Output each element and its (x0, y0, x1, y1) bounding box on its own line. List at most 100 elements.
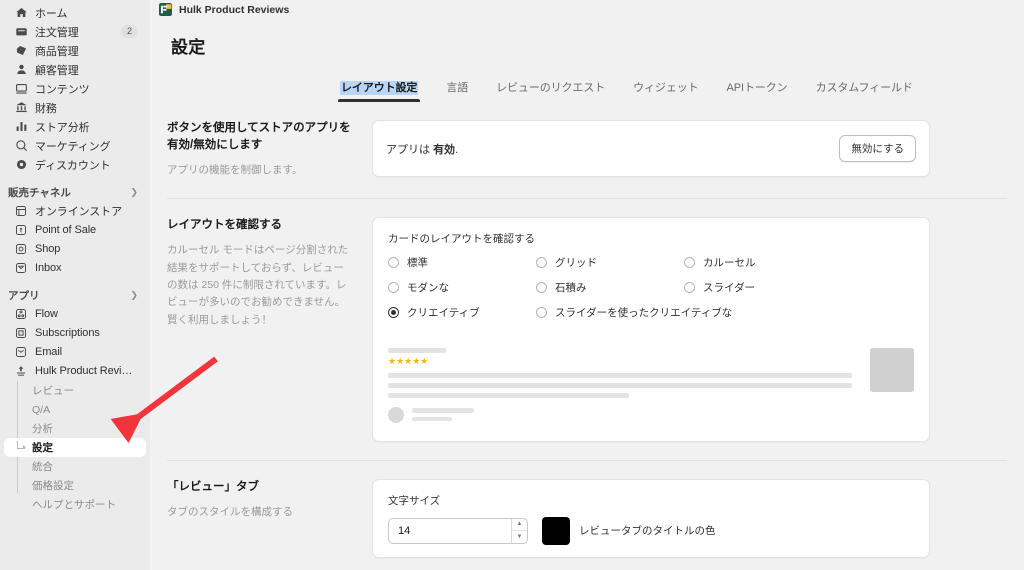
radio-dot-icon (684, 281, 695, 293)
skeleton-line (388, 392, 630, 398)
sidebar-item-online-store[interactable]: オンラインストア (4, 201, 146, 220)
radio-label: カルーセル (703, 256, 756, 269)
stepper-up-icon[interactable]: ▲ (512, 519, 527, 532)
sidebar-item-label: Flow (35, 307, 58, 320)
chevron-right-icon: ❯ (130, 289, 138, 300)
radio-dot-icon (536, 306, 547, 318)
subitem-label: 価格設定 (32, 480, 74, 492)
app-topbar: Hulk Product Reviews (150, 0, 1024, 19)
tab-custom-field[interactable]: カスタムフィールド (802, 79, 927, 102)
tab-label: ウィジェット (633, 82, 699, 94)
tab-language[interactable]: 言語 (432, 79, 482, 102)
section-title: ボタンを使用してストアのアプリを有効/無効にします (167, 122, 351, 151)
tab-label: カスタムフィールド (815, 82, 913, 94)
sidebar-item-products[interactable]: 商品管理 (4, 41, 146, 60)
sidebar-item-analytics[interactable]: ストア分析 (4, 117, 146, 136)
sidebar-item-label: Email (35, 345, 63, 358)
sidebar-subitem-integrations[interactable]: 統合 (4, 457, 146, 476)
sidebar-item-orders[interactable]: 注文管理 2 (4, 22, 146, 41)
review-tab-color-swatch[interactable] (542, 516, 570, 545)
sidebar-item-label: ディスカウント (35, 159, 111, 172)
sidebar-item-content[interactable]: コンテンツ (4, 79, 146, 98)
font-size-value[interactable]: 14 (389, 519, 511, 543)
tab-widget[interactable]: ウィジェット (619, 79, 712, 102)
home-icon (14, 6, 28, 20)
sidebar-main-nav: ホーム 注文管理 2 商品管理 顧客管理 コンテンツ 財務 ストア分析 マーケテ… (0, 3, 150, 174)
sidebar-item-label: Point of Sale (35, 223, 97, 236)
sidebar-subitem-reviews[interactable]: レビュー (4, 381, 146, 400)
radio-label: スライダーを使ったクリエイティブな (555, 306, 733, 319)
section-label: アプリ (8, 289, 40, 302)
sidebar: ホーム 注文管理 2 商品管理 顧客管理 コンテンツ 財務 ストア分析 マーケテ… (0, 0, 150, 570)
sidebar-subitem-qa[interactable]: Q/A (4, 400, 146, 419)
font-size-stepper[interactable]: 14 ▲ ▼ (388, 517, 528, 544)
radio-dot-icon (388, 256, 399, 268)
sidebar-item-subscriptions[interactable]: Subscriptions (4, 323, 146, 342)
radio-grid[interactable]: グリッド (536, 255, 684, 270)
sidebar-item-point-of-sale[interactable]: Point of Sale (4, 220, 146, 239)
sidebar-item-shop[interactable]: Shop (4, 239, 146, 258)
orders-icon (14, 25, 28, 39)
tab-review-request[interactable]: レビューのリクエスト (482, 79, 619, 102)
sidebar-subitem-analytics[interactable]: 分析 (4, 419, 146, 438)
disable-app-button[interactable]: 無効にする (839, 135, 916, 162)
discounts-icon (14, 158, 28, 172)
inbox-icon (14, 261, 28, 275)
skeleton-text-lines (388, 372, 852, 398)
section-app-toggle: ボタンを使用してストアのアプリを有効/無効にします アプリの機能を制御します。 … (150, 102, 1024, 180)
skeleton-author-lines (412, 408, 474, 422)
sidebar-item-marketing[interactable]: マーケティング (4, 136, 146, 155)
subitem-label: 統合 (32, 461, 53, 473)
sidebar-subitem-pricing[interactable]: 価格設定 (4, 476, 146, 495)
radio-dot-icon (536, 256, 547, 268)
radio-label: グリッド (555, 256, 597, 269)
sidebar-item-label: 商品管理 (35, 45, 79, 58)
section-label: 販売チャネル (8, 186, 71, 199)
radio-modern[interactable]: モダンな (388, 280, 536, 295)
tab-label: レビューのリクエスト (496, 82, 606, 94)
radio-standard[interactable]: 標準 (388, 255, 536, 270)
tab-api-token[interactable]: APIトークン (713, 79, 802, 102)
radio-carousel[interactable]: カルーセル (684, 255, 914, 270)
stepper-buttons[interactable]: ▲ ▼ (511, 518, 527, 543)
preview-stars: ★★★★★ (388, 355, 429, 366)
radio-creative-with-slider[interactable]: スライダーを使ったクリエイティブな (536, 305, 914, 320)
sidebar-item-inbox[interactable]: Inbox (4, 258, 146, 277)
products-icon (14, 44, 28, 58)
app-root: ホーム 注文管理 2 商品管理 顧客管理 コンテンツ 財務 ストア分析 マーケテ… (0, 0, 1024, 570)
main-content: Hulk Product Reviews 設定 レイアウト設定 言語 レビューの… (150, 0, 1024, 570)
preview-body: ★★★★★ (388, 347, 870, 423)
subitem-label: Q/A (32, 403, 51, 416)
sidebar-item-email[interactable]: Email (4, 342, 146, 361)
content-icon (14, 82, 28, 96)
sidebar-item-discounts[interactable]: ディスカウント (4, 155, 146, 174)
sidebar-item-label: 財務 (35, 102, 57, 115)
review-tab-color-label: レビュータブのタイトルの色 (579, 525, 716, 538)
sidebar-section-apps[interactable]: アプリ ❯ (0, 286, 150, 304)
layout-field-label: カードのレイアウトを確認する (388, 232, 535, 245)
sidebar-item-hulk-product-reviews[interactable]: Hulk Product Reviews (4, 361, 146, 380)
sidebar-item-home[interactable]: ホーム (4, 3, 146, 22)
section-control-column: 文字サイズ 14 ▲ ▼ レビュータブのタイトルの色 (372, 478, 1024, 558)
radio-creative[interactable]: クリエイティブ (388, 305, 536, 320)
sidebar-item-finance[interactable]: 財務 (4, 98, 146, 117)
radio-masonry[interactable]: 石積み (536, 280, 684, 295)
sidebar-item-customers[interactable]: 顧客管理 (4, 60, 146, 79)
review-tab-card: 文字サイズ 14 ▲ ▼ レビュータブのタイトルの色 (372, 478, 930, 558)
sidebar-item-label: 顧客管理 (35, 64, 79, 77)
sidebar-subitem-help-support[interactable]: ヘルプとサポート (4, 495, 146, 514)
sidebar-item-flow[interactable]: Flow (4, 304, 146, 323)
stepper-down-icon[interactable]: ▼ (512, 531, 527, 543)
page-title: 設定 (171, 38, 206, 57)
tab-label: レイアウト設定 (340, 81, 419, 95)
section-description-column: 「レビュー」タブ タブのスタイルを構成する (150, 479, 372, 558)
sidebar-item-label: Inbox (35, 261, 62, 274)
preview-author (388, 406, 852, 423)
marketing-icon (14, 139, 28, 153)
font-size-label: 文字サイズ (388, 494, 441, 507)
sidebar-subitem-settings[interactable]: 設定 (4, 438, 146, 457)
radio-slider[interactable]: スライダー (684, 280, 914, 295)
sidebar-section-sales-channels[interactable]: 販売チャネル ❯ (0, 183, 150, 201)
tab-layout-settings[interactable]: レイアウト設定 (326, 79, 432, 102)
radio-label: クリエイティブ (407, 306, 480, 319)
